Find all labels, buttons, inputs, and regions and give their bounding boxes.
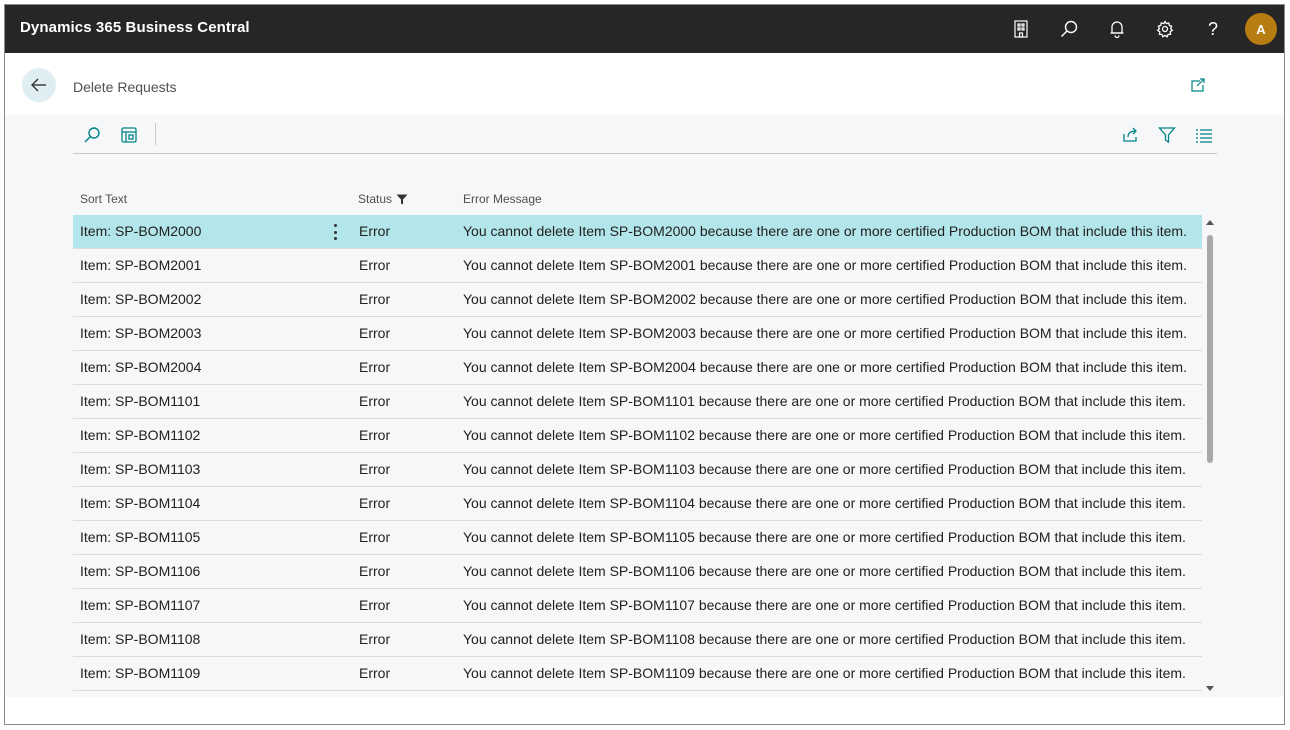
table-row[interactable]: Item: SP-BOM1106 Error You cannot delete I… <box>73 555 1202 589</box>
open-new-window-icon[interactable] <box>1190 78 1206 94</box>
scrollbar-thumb[interactable] <box>1207 235 1213 463</box>
table-row[interactable]: Item: SP-BOM1103 Error You cannot delete I… <box>73 453 1202 487</box>
company-icon[interactable] <box>1009 17 1033 41</box>
table-row[interactable]: Item: SP-BOM1105 Error You cannot delete I… <box>73 521 1202 555</box>
cell-error-message: You cannot delete Item SP-BOM1107 becaus… <box>463 597 1186 613</box>
vertical-scrollbar[interactable] <box>1205 217 1214 695</box>
table-row[interactable]: Item: SP-BOM1107 Error You cannot delete I… <box>73 589 1202 623</box>
help-icon[interactable]: ? <box>1201 17 1225 41</box>
column-header-status-label: Status <box>358 192 393 206</box>
cell-status: Error <box>359 597 391 613</box>
app-window: Dynamics 365 Business Central ? A Delete… <box>4 4 1285 725</box>
cell-error-message: You cannot delete Item SP-BOM1109 becaus… <box>463 665 1186 681</box>
edit-list-icon[interactable] <box>120 126 138 144</box>
list-view-icon[interactable] <box>1195 126 1213 144</box>
cell-status: Error <box>359 665 391 681</box>
action-bar <box>73 115 1217 154</box>
requests-table: Item: SP-BOM2000 Error You cannot delete I… <box>73 215 1202 691</box>
cell-sort-text[interactable]: Item: SP-BOM1104 <box>80 495 200 511</box>
row-menu-icon[interactable] <box>333 224 337 240</box>
cell-error-message: You cannot delete Item SP-BOM2001 becaus… <box>463 257 1187 273</box>
table-row[interactable]: Item: SP-BOM2000 Error You cannot delete I… <box>73 215 1202 249</box>
cell-error-message: You cannot delete Item SP-BOM1104 becaus… <box>463 495 1186 511</box>
cell-sort-text[interactable]: Item: SP-BOM2004 <box>80 359 201 375</box>
cell-sort-text[interactable]: Item: SP-BOM1108 <box>80 631 200 647</box>
page-title: Delete Requests <box>73 79 177 95</box>
table-row[interactable]: Item: SP-BOM1102 Error You cannot delete I… <box>73 419 1202 453</box>
column-header-status[interactable]: Status <box>358 192 408 206</box>
cell-error-message: You cannot delete Item SP-BOM2002 becaus… <box>463 291 1187 307</box>
table-row[interactable]: Item: SP-BOM2003 Error You cannot delete I… <box>73 317 1202 351</box>
cell-error-message: You cannot delete Item SP-BOM1106 becaus… <box>463 563 1186 579</box>
scroll-up-icon[interactable] <box>1205 217 1214 226</box>
gear-icon[interactable] <box>1153 17 1177 41</box>
cell-sort-text[interactable]: Item: SP-BOM1109 <box>80 665 200 681</box>
cell-error-message: You cannot delete Item SP-BOM1108 becaus… <box>463 631 1186 647</box>
cell-sort-text[interactable]: Item: SP-BOM1105 <box>80 529 200 545</box>
cell-sort-text[interactable]: Item: SP-BOM1103 <box>80 461 200 477</box>
cell-status: Error <box>359 359 391 375</box>
footer <box>5 697 1284 724</box>
table-row[interactable]: Item: SP-BOM1109 Error You cannot delete I… <box>73 657 1202 691</box>
cell-error-message: You cannot delete Item SP-BOM1105 becaus… <box>463 529 1186 545</box>
cell-error-message: You cannot delete Item SP-BOM2003 becaus… <box>463 325 1187 341</box>
table-row[interactable]: Item: SP-BOM2002 Error You cannot delete I… <box>73 283 1202 317</box>
avatar[interactable]: A <box>1245 13 1277 45</box>
cell-sort-text[interactable]: Item: SP-BOM2003 <box>80 325 201 341</box>
cell-status: Error <box>359 563 391 579</box>
search-icon[interactable] <box>1057 17 1081 41</box>
top-bar: Dynamics 365 Business Central ? A <box>5 5 1284 53</box>
cell-status: Error <box>359 529 391 545</box>
table-row[interactable]: Item: SP-BOM1101 Error You cannot delete I… <box>73 385 1202 419</box>
arrow-left-icon <box>31 78 46 92</box>
cell-sort-text[interactable]: Item: SP-BOM2002 <box>80 291 201 307</box>
action-bar-divider <box>155 123 156 145</box>
cell-sort-text[interactable]: Item: SP-BOM1107 <box>80 597 200 613</box>
cell-error-message: You cannot delete Item SP-BOM1101 becaus… <box>463 393 1186 409</box>
cell-status: Error <box>359 393 391 409</box>
scroll-down-icon[interactable] <box>1205 684 1214 693</box>
cell-sort-text[interactable]: Item: SP-BOM2001 <box>80 257 201 273</box>
cell-status: Error <box>359 257 391 273</box>
column-header-error-message[interactable]: Error Message <box>463 192 542 206</box>
table-row[interactable]: Item: SP-BOM2004 Error You cannot delete I… <box>73 351 1202 385</box>
cell-sort-text[interactable]: Item: SP-BOM2000 <box>80 223 201 239</box>
cell-status: Error <box>359 461 391 477</box>
cell-error-message: You cannot delete Item SP-BOM1103 becaus… <box>463 461 1186 477</box>
cell-sort-text[interactable]: Item: SP-BOM1106 <box>80 563 200 579</box>
app-title[interactable]: Dynamics 365 Business Central <box>20 19 250 36</box>
cell-sort-text[interactable]: Item: SP-BOM1102 <box>80 427 200 443</box>
table-row[interactable]: Item: SP-BOM1104 Error You cannot delete I… <box>73 487 1202 521</box>
cell-error-message: You cannot delete Item SP-BOM2000 becaus… <box>463 223 1187 239</box>
cell-status: Error <box>359 631 391 647</box>
page-header: Delete Requests <box>5 53 1284 115</box>
table-row[interactable]: Item: SP-BOM2001 Error You cannot delete I… <box>73 249 1202 283</box>
cell-status: Error <box>359 325 391 341</box>
cell-status: Error <box>359 223 391 239</box>
table-row[interactable]: Item: SP-BOM1108 Error You cannot delete I… <box>73 623 1202 657</box>
cell-status: Error <box>359 427 391 443</box>
share-icon[interactable] <box>1121 126 1139 144</box>
filter-active-icon <box>396 194 408 204</box>
cell-status: Error <box>359 291 391 307</box>
cell-status: Error <box>359 495 391 511</box>
cell-sort-text[interactable]: Item: SP-BOM1101 <box>80 393 200 409</box>
cell-error-message: You cannot delete Item SP-BOM1102 becaus… <box>463 427 1186 443</box>
cell-error-message: You cannot delete Item SP-BOM2004 becaus… <box>463 359 1187 375</box>
column-header-sort-text[interactable]: Sort Text <box>80 192 127 206</box>
back-button[interactable] <box>22 68 56 102</box>
bell-icon[interactable] <box>1105 17 1129 41</box>
search-list-icon[interactable] <box>83 126 101 144</box>
content-area: Sort Text Status Error Message Item: SP-… <box>5 115 1284 697</box>
filter-icon[interactable] <box>1158 126 1176 144</box>
